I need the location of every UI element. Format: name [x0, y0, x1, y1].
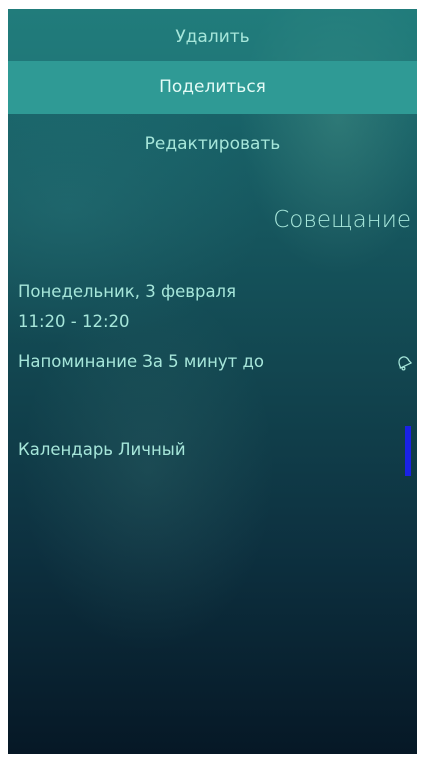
- event-details-screen: Удалить Поделиться Редактировать Совещан…: [8, 9, 417, 754]
- edit-menu-item[interactable]: Редактировать: [8, 114, 417, 167]
- reminder-row[interactable]: Напоминание За 5 минут до: [18, 350, 413, 376]
- event-title: Совещание: [273, 207, 411, 233]
- delete-menu-item[interactable]: Удалить: [8, 9, 417, 61]
- calendar-label: Календарь: [18, 440, 114, 459]
- event-time: 11:20 - 12:20: [18, 312, 130, 331]
- reminder-label: Напоминание: [18, 352, 138, 371]
- bell-icon[interactable]: [395, 354, 413, 372]
- calendar-row[interactable]: Календарь Личный: [18, 438, 413, 464]
- event-date: Понедельник, 3 февраля: [18, 282, 237, 301]
- share-menu-item[interactable]: Поделиться: [8, 61, 417, 114]
- reminder-value: За 5 минут до: [142, 352, 264, 371]
- calendar-value: Личный: [118, 440, 186, 459]
- calendar-color-indicator: [405, 426, 411, 476]
